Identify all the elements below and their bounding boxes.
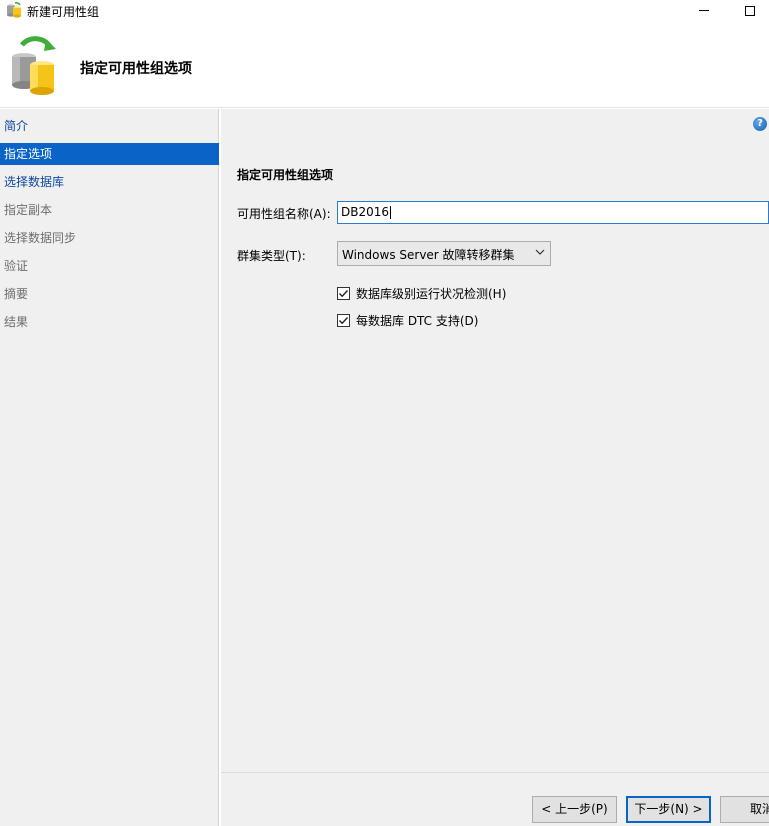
ag-name-label: 可用性组名称(A):: [237, 207, 331, 221]
ag-name-value: DB2016: [341, 205, 390, 219]
maximize-icon: [745, 5, 755, 16]
nav-item-data-sync: 选择数据同步: [4, 231, 77, 245]
dtc-support-label: 每数据库 DTC 支持(D): [356, 313, 479, 328]
window-title: 新建可用性组: [27, 5, 100, 19]
availability-group-icon: [6, 2, 22, 18]
nav-item-summary: 摘要: [4, 287, 29, 301]
back-button[interactable]: < 上一步(P): [532, 796, 617, 823]
dtc-support-checkbox[interactable]: [337, 313, 350, 327]
health-detection-option[interactable]: 数据库级别运行状况检测(H): [337, 285, 506, 301]
section-title: 指定可用性组选项: [237, 168, 334, 182]
wizard-nav: 简介 指定选项 选择数据库 指定副本 选择数据同步 验证 摘要 结果: [0, 109, 219, 826]
text-caret: [390, 206, 392, 219]
nav-item-specify-replicas: 指定副本: [4, 203, 53, 217]
health-detection-label: 数据库级别运行状况检测(H): [356, 286, 507, 301]
chevron-down-icon: [534, 246, 546, 258]
health-detection-checkbox[interactable]: [337, 286, 350, 300]
cancel-button[interactable]: 取消: [720, 796, 769, 823]
minimize-button[interactable]: [686, 0, 722, 21]
cluster-type-label: 群集类型(T):: [237, 249, 306, 263]
nav-item-results: 结果: [4, 315, 29, 329]
nav-item-select-databases[interactable]: 选择数据库: [0, 171, 219, 193]
wizard-header: 指定可用性组选项: [0, 21, 769, 108]
title-bar: 新建可用性组: [0, 0, 769, 21]
minimize-icon: [699, 10, 709, 11]
cluster-type-select[interactable]: Windows Server 故障转移群集: [337, 241, 551, 266]
cluster-type-value: Windows Server 故障转移群集: [342, 248, 515, 262]
dtc-support-option[interactable]: 每数据库 DTC 支持(D): [337, 312, 478, 328]
maximize-button[interactable]: [732, 0, 768, 21]
nav-item-intro[interactable]: 简介: [0, 115, 219, 137]
nav-item-validation: 验证: [4, 259, 29, 273]
nav-item-specify-options[interactable]: 指定选项: [0, 143, 219, 165]
page-title: 指定可用性组选项: [80, 61, 192, 77]
ag-name-input[interactable]: DB2016: [337, 201, 769, 224]
next-button[interactable]: 下一步(N) >: [626, 796, 711, 823]
database-sync-icon: [6, 35, 62, 95]
main-panel: ? 指定可用性组选项 可用性组名称(A): DB2016 群集类型(T): Wi…: [221, 109, 769, 772]
help-icon[interactable]: ?: [753, 117, 767, 131]
wizard-footer: < 上一步(P) 下一步(N) > 取消: [221, 772, 769, 826]
